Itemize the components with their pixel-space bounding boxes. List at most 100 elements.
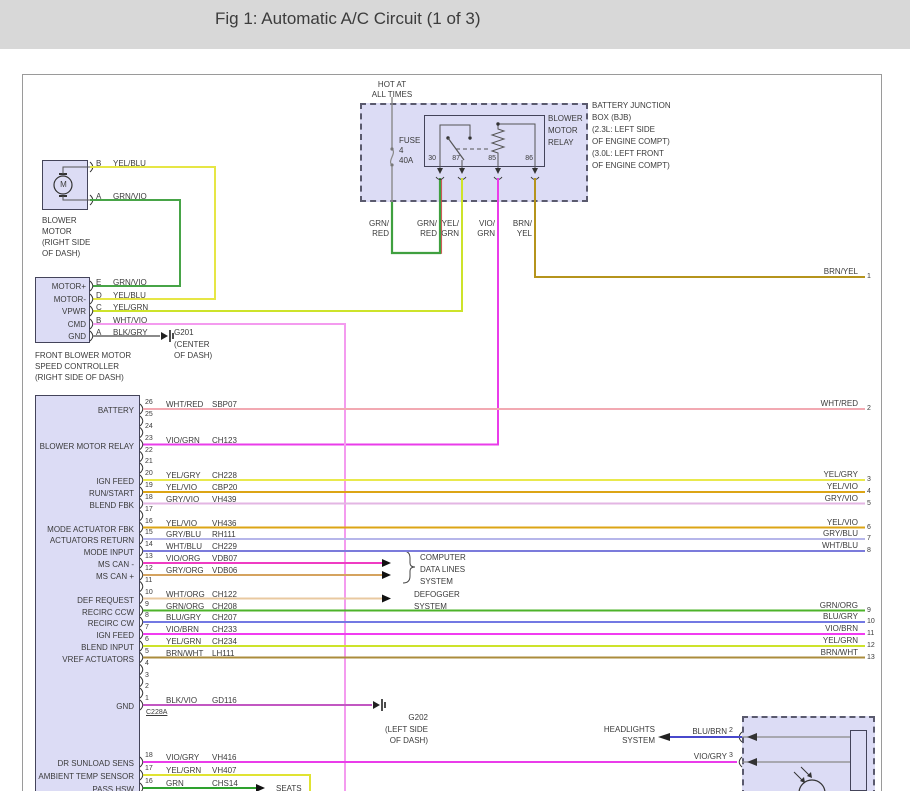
pin-connector — [139, 439, 144, 450]
wiring-diagram-page: Fig 1: Automatic A/C Circuit (1 of 3) HO… — [0, 0, 910, 803]
pin-number: 5 — [145, 647, 149, 655]
pin-name: AMBIENT TEMP SENSOR — [38, 772, 134, 781]
wire-label: WHT/BLU — [166, 542, 202, 551]
circuit-code: CH233 — [212, 625, 237, 634]
junction-dot — [496, 122, 500, 126]
edge-wire-label-brn-yel: BRN/YEL — [823, 267, 858, 276]
g201-label: G201 (CENTER OF DASH) — [174, 328, 213, 360]
circuit-code: VH416 — [212, 753, 237, 762]
edge-num: 13 — [867, 653, 875, 661]
edge-wire-label: YEL/VIO — [826, 482, 858, 491]
brn-yel-wire — [534, 178, 865, 278]
pin-connector — [139, 605, 144, 616]
ctrl-wire-a: BLK/GRY — [113, 328, 148, 337]
circuit-code: VDB07 — [212, 554, 238, 563]
wire-label: GRY/ORG — [166, 566, 204, 575]
fuse-icon — [389, 148, 395, 166]
pin-name: ACTUATORS RETURN — [49, 536, 134, 545]
circuit-code: VH436 — [212, 518, 237, 528]
right-arrow-icon — [382, 559, 391, 567]
motor-lead — [62, 196, 90, 201]
junction-dot — [468, 136, 472, 140]
pin-number: 17 — [145, 505, 153, 513]
wire-label: YEL/VIO — [166, 518, 198, 528]
pin-connector — [139, 640, 144, 652]
controller-caption: FRONT BLOWER MOTOR SPEED CONTROLLER (RIG… — [35, 351, 132, 382]
pin-connector — [139, 403, 144, 415]
circuit-code: GD116 — [212, 696, 237, 705]
edge-num: 11 — [867, 630, 875, 637]
circuit-code: CH234 — [212, 637, 237, 646]
edge-wire-label: BRN/WHT — [820, 647, 858, 657]
wire-label-grn-red-fuse: GRN/ RED — [369, 219, 389, 238]
down-arrow-icon — [532, 168, 538, 174]
sun-ray-icon — [800, 777, 805, 783]
down-arrow-icon — [495, 168, 501, 174]
pin-connector — [139, 664, 144, 675]
computer-data-lines-label: COMPUTER DATA LINES SYSTEM — [420, 553, 466, 586]
pin-name: BATTERY — [97, 406, 134, 415]
edge-num: 5 — [867, 499, 871, 507]
pin-number: 14 — [145, 541, 153, 548]
pin-connector — [139, 676, 144, 687]
edge-num: 10 — [867, 618, 875, 625]
ctrl-pin-e: E — [96, 278, 102, 287]
pin-number: 10 — [145, 588, 153, 596]
pin-connector — [139, 769, 144, 781]
circuit-code: CH208 — [212, 601, 237, 611]
relay-pin-30: 30 — [428, 155, 436, 162]
pin-connector — [139, 427, 144, 438]
relay-pin-87: 87 — [452, 155, 460, 162]
defogger-system-label: DEFOGGER SYSTEM — [414, 590, 460, 611]
wire-label: GRY/BLU — [166, 530, 201, 539]
relay-pin-85: 85 — [488, 155, 496, 162]
left-arrow-icon — [747, 733, 757, 741]
pin-name: MODE INPUT — [83, 548, 134, 557]
pin-name: BLOWER MOTOR RELAY — [39, 441, 134, 451]
edge-wire-label: YEL/GRY — [823, 470, 858, 479]
edge-num: 12 — [867, 642, 875, 649]
edge-wire-label: VIO/BRN — [825, 624, 858, 633]
ctrl-name-motor-minus: MOTOR- — [53, 295, 86, 304]
edge-wire-label: GRN/ORG — [819, 600, 858, 610]
pin-number: 1 — [145, 695, 149, 702]
bjb-label: BATTERY JUNCTION BOX (BJB) (2.3L: LEFT S… — [592, 101, 671, 170]
edge-num: 7 — [867, 535, 871, 542]
yel-grn-wire — [93, 178, 463, 312]
motor-pin-b-wire: YEL/BLU — [113, 159, 146, 168]
pin-number: 18 — [145, 493, 153, 501]
wire-label: WHT/RED — [166, 400, 204, 409]
pin-number: 8 — [145, 612, 149, 619]
edge-num: 8 — [867, 547, 871, 554]
pin-number: 2 — [145, 683, 149, 690]
pin-connector — [89, 280, 94, 292]
ctrl-pin-d: D — [96, 291, 102, 300]
pin-connector — [89, 330, 94, 342]
down-arrow-icon — [437, 168, 443, 174]
pin-connector — [139, 628, 144, 640]
pin-number: 16 — [145, 778, 153, 785]
pin-number: 17 — [145, 765, 153, 772]
headlights-system-label: HEADLIGHTS SYSTEM — [603, 725, 655, 745]
edge-wire-label: GRY/VIO — [824, 493, 858, 503]
blower-motor-caption: BLOWER MOTOR (RIGHT SIDE OF DASH) — [42, 216, 91, 258]
wire-label-blu-brn: BLU/BRN — [692, 727, 727, 736]
pin-connector — [139, 687, 144, 699]
circuit-code: CH207 — [212, 613, 237, 622]
pin-name: BLEND INPUT — [81, 643, 134, 652]
pin-number: 15 — [145, 529, 153, 536]
edge-wire-label: WHT/BLU — [822, 541, 858, 550]
wire-label: YEL/GRY — [166, 471, 201, 480]
wire-label: GRN/ORG — [166, 601, 205, 611]
ctrl-wire-e: GRN/VIO — [113, 278, 147, 287]
wire-label-vio-gry: VIO/GRY — [693, 752, 727, 761]
pin-connector — [139, 462, 144, 474]
wire-label: WHT/ORG — [166, 589, 205, 599]
circuit-code: CH229 — [212, 542, 237, 551]
ctrl-name-gnd: GND — [68, 332, 86, 341]
wire-label: VIO/BRN — [166, 625, 199, 634]
pin-connector — [139, 498, 144, 509]
pin-number: 7 — [145, 624, 149, 631]
ctrl-name-motor-plus: MOTOR+ — [51, 282, 86, 291]
pin-name: RECIRC CCW — [82, 607, 134, 617]
